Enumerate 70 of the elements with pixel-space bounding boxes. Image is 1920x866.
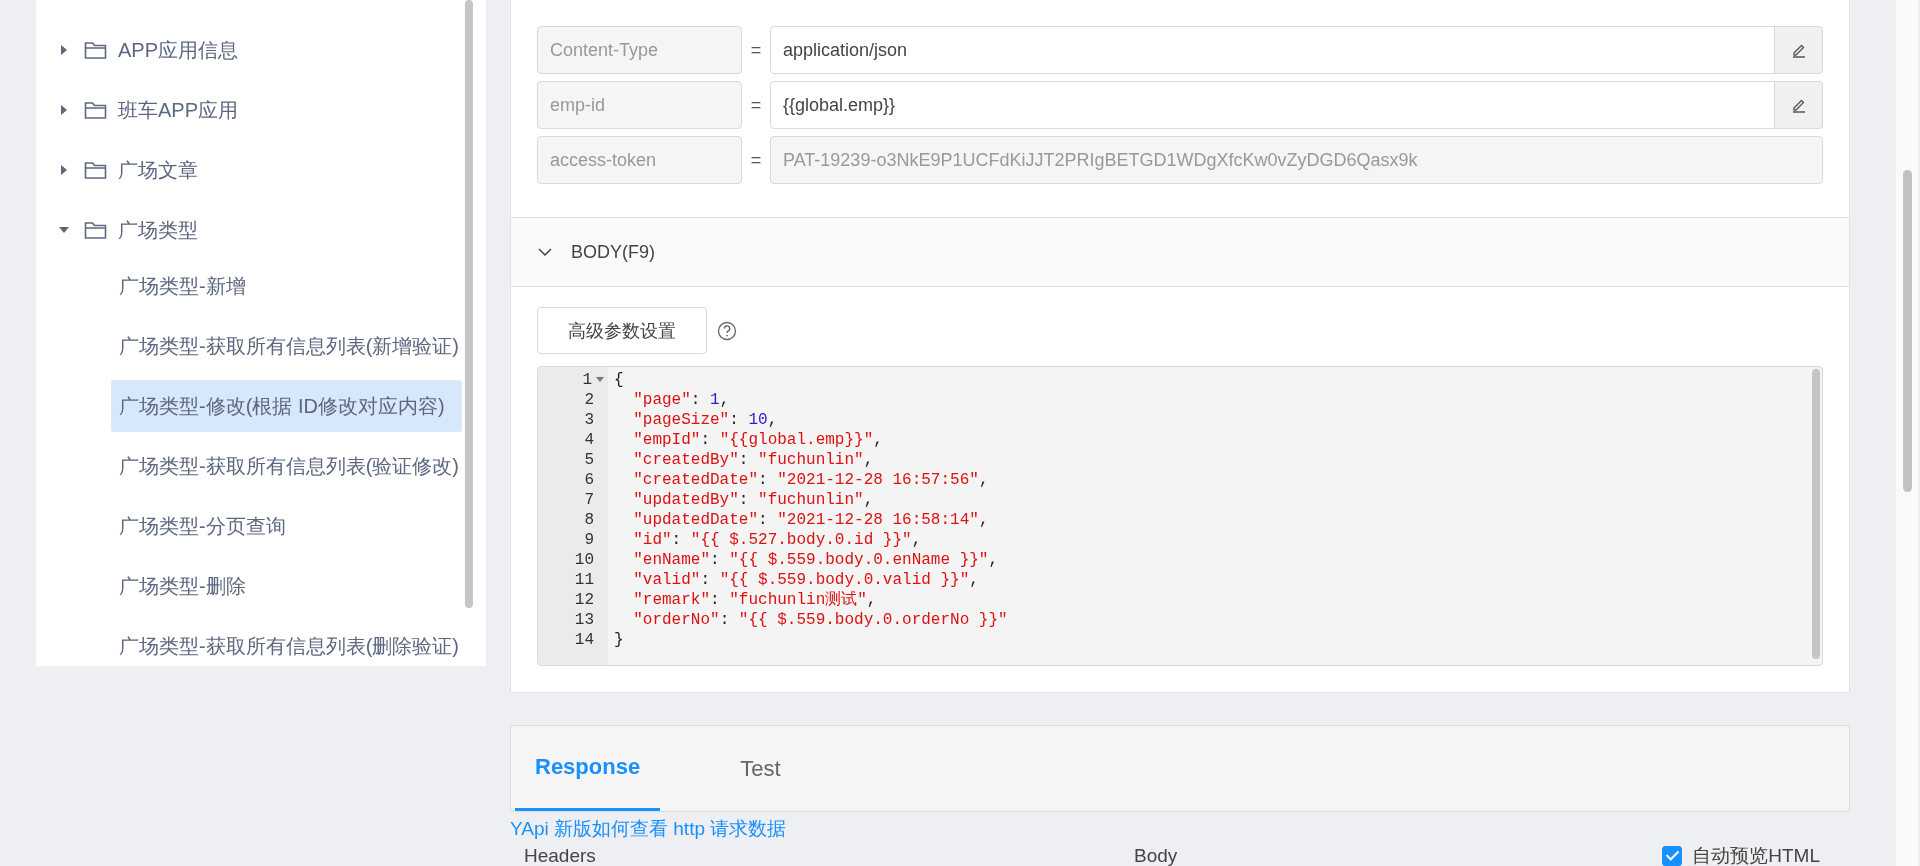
code-line: { — [613, 370, 624, 390]
equals-sign: = — [749, 94, 763, 116]
folder-item[interactable]: 班车APP应用 — [48, 80, 464, 140]
advanced-settings-button[interactable]: 高级参数设置 — [537, 307, 707, 354]
tree-item[interactable]: 广场类型-修改(根据 ID修改对应内容) — [111, 380, 462, 432]
header-value-field[interactable]: application/json — [770, 26, 1775, 74]
scrollbar-thumb[interactable] — [1903, 170, 1912, 492]
tree-item[interactable]: 广场类型-获取所有信息列表(删除验证) — [111, 620, 462, 666]
folder-item[interactable]: 广场类型 — [48, 200, 464, 260]
folder-icon — [84, 160, 108, 180]
line-number: 8 — [584, 510, 594, 530]
header-value-field[interactable]: {{global.emp}} — [770, 81, 1775, 129]
code-line: "pageSize": 10, — [632, 410, 778, 430]
line-number: 13 — [574, 610, 594, 630]
tab[interactable]: Response — [515, 726, 661, 811]
help-icon[interactable] — [717, 320, 737, 341]
code-line: "id": "{{ $.527.body.0.id }}", — [632, 530, 922, 550]
line-number: 12 — [574, 590, 594, 610]
folder-icon — [84, 40, 108, 60]
code-line: "orderNo": "{{ $.559.body.0.orderNo }}" — [632, 610, 1008, 630]
line-number: 7 — [584, 490, 594, 510]
line-number: 1 — [582, 370, 592, 390]
code-line: "page": 1, — [632, 390, 730, 410]
column-header: Body — [1134, 845, 1179, 866]
equals-sign: = — [749, 39, 763, 61]
header-name: emp-id — [537, 81, 742, 129]
edit-button[interactable] — [1775, 81, 1823, 129]
line-number: 4 — [584, 430, 594, 450]
checkbox-label: 自动预览HTML — [1692, 844, 1820, 866]
tree-item[interactable]: 广场类型-获取所有信息列表(新增验证) — [111, 320, 462, 372]
line-number: 9 — [584, 530, 594, 550]
scrollbar-thumb[interactable] — [1812, 369, 1820, 659]
folder-icon — [84, 100, 108, 120]
folder-item[interactable]: 广场文章 — [48, 140, 464, 200]
code-line: "enName": "{{ $.559.body.0.enName }}", — [632, 550, 999, 570]
scrollbar-thumb[interactable] — [465, 0, 473, 608]
code-line: "updatedBy": "fuchunlin", — [632, 490, 874, 510]
code-line: "createdDate": "2021-12-28 16:57:56", — [632, 470, 989, 490]
code-line: "updatedDate": "2021-12-28 16:58:14", — [632, 510, 989, 530]
line-number: 11 — [574, 570, 594, 590]
folder-icon — [84, 220, 108, 240]
code-editor[interactable] — [537, 366, 1823, 666]
tree-item[interactable]: 广场类型-获取所有信息列表(验证修改) — [111, 440, 462, 492]
checkbox[interactable] — [1662, 846, 1683, 866]
tree-item[interactable]: 广场类型-新增 — [111, 260, 462, 312]
tree-item[interactable]: 广场类型-删除 — [111, 560, 462, 612]
code-line: "remark": "fuchunlin测试", — [632, 590, 877, 610]
line-number: 5 — [584, 450, 594, 470]
body-section-header[interactable]: BODY(F9) — [511, 217, 1849, 287]
section-title: BODY(F9) — [571, 241, 655, 263]
code-line: "valid": "{{ $.559.body.0.valid }}", — [632, 570, 979, 590]
line-number: 10 — [574, 550, 594, 570]
tree-item[interactable]: 广场类型-分页查询 — [111, 500, 462, 552]
tab[interactable]: Test — [738, 726, 783, 811]
line-number: 14 — [574, 630, 594, 650]
edit-button[interactable] — [1775, 26, 1823, 74]
line-number: 2 — [584, 390, 594, 410]
code-line: } — [613, 630, 624, 650]
header-name: Content-Type — [537, 26, 742, 74]
pencil-icon — [1790, 97, 1807, 113]
equals-sign: = — [749, 149, 763, 171]
line-number: 6 — [584, 470, 594, 490]
line-number: 3 — [584, 410, 594, 430]
pencil-icon — [1790, 42, 1807, 58]
column-header: Headers — [524, 845, 597, 866]
fold-caret-icon[interactable] — [595, 376, 605, 384]
code-line: "empId": "{{global.emp}}", — [632, 430, 883, 450]
folder-item[interactable]: APP应用信息 — [48, 20, 464, 80]
code-line: "createdBy": "fuchunlin", — [632, 450, 874, 470]
header-name: access-token — [537, 136, 742, 184]
